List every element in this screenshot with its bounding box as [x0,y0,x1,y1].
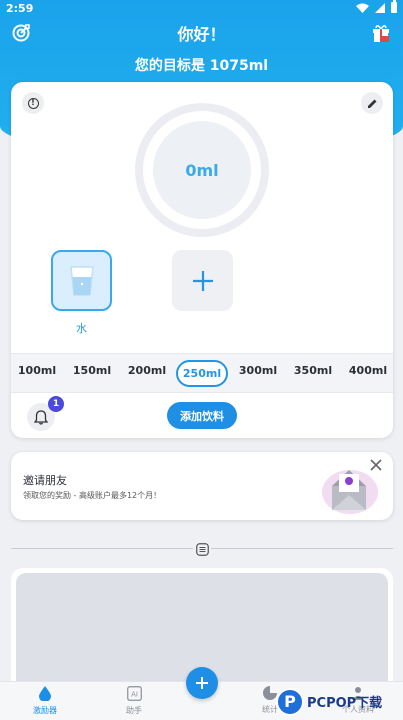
volume-option-150[interactable]: 150ml [69,364,115,377]
plus-icon [192,270,213,291]
add-drink-tile[interactable] [172,250,233,311]
nav-item-motivator[interactable]: 激励器 [15,686,75,716]
add-fab-button[interactable] [186,667,218,699]
status-bar: 2:59 [0,0,403,18]
close-icon[interactable] [369,458,383,472]
volume-option-100[interactable]: 100ml [14,364,60,377]
current-amount: 0ml [153,121,251,219]
gift-icon[interactable] [372,23,390,43]
status-time: 2:59 [6,2,34,15]
invite-title: 邀请朋友 [23,474,67,487]
tracker-card: ! 0ml 水 100ml 150ml 200ml 250ml 300ml 35… [11,82,393,438]
volume-option-350[interactable]: 350ml [290,364,336,377]
volume-option-400[interactable]: 400ml [345,364,391,377]
progress-ring: 0ml [135,103,269,237]
watermark: P PCPOP下载 [276,683,403,720]
watermark-text: PCPOP下载 [307,696,383,711]
info-button[interactable]: ! [22,92,44,114]
greeting-title: 你好！ [177,25,226,44]
volume-selector: 100ml 150ml 200ml 250ml 300ml 350ml 400m… [11,353,393,393]
volume-option-300[interactable]: 300ml [235,364,281,377]
ai-icon: AI [126,686,142,701]
water-glass-icon [69,265,94,296]
invite-card[interactable]: 邀请朋友 领取您的奖励 - 高级账户最多12个月！ [11,452,393,520]
info-icon: ! [27,97,39,109]
add-drink-button[interactable]: 添加饮料 [167,402,237,429]
drink-label-water: 水 [76,322,87,335]
battery-icon [391,0,397,13]
nav-label-motivator: 激励器 [33,706,57,715]
pencil-icon [367,99,376,108]
edit-button[interactable] [361,92,383,114]
reminder-badge: 1 [48,396,64,412]
watermark-logo: P [276,687,304,716]
drop-icon [39,686,51,702]
nav-label-assistant: 助手 [126,706,142,715]
volume-option-250-selected[interactable]: 250ml [176,360,228,387]
wifi-icon [356,3,369,13]
invite-description: 领取您的奖励 - 高级账户最多12个月！ [23,491,162,500]
svg-text:AI: AI [131,691,138,699]
list-icon[interactable] [193,540,211,558]
plus-icon [196,677,208,689]
nav-item-assistant[interactable]: AI 助手 [104,686,164,716]
volume-option-200[interactable]: 200ml [124,364,170,377]
drink-tile-water[interactable] [51,250,112,311]
daily-goal: 您的目标是 1075ml [134,58,269,74]
signal-icon [375,2,385,13]
pie-chart-icon [263,686,277,700]
bell-icon [34,409,48,425]
